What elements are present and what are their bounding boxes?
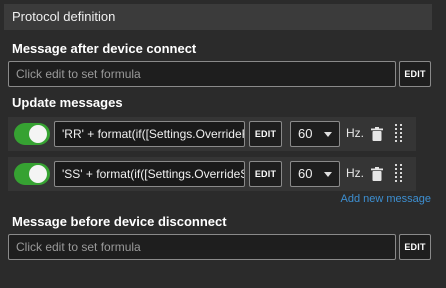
row-2-rate-select[interactable]: 60	[290, 161, 340, 187]
row-2-rate-value: 60	[298, 166, 313, 181]
row-1-enable-toggle[interactable]	[14, 123, 50, 145]
chevron-down-icon	[324, 132, 332, 137]
connect-formula-field[interactable]: Click edit to set formula	[8, 61, 396, 87]
drag-handle-icon[interactable]	[394, 163, 404, 185]
row-1-rate-value: 60	[298, 126, 313, 141]
protocol-definition-panel: Protocol definition Message after device…	[0, 0, 446, 288]
row-1-unit-label: Hz.	[346, 126, 364, 140]
toggle-knob	[29, 165, 47, 183]
trash-icon[interactable]	[371, 167, 383, 181]
connect-message-label: Message after device connect	[12, 41, 197, 56]
add-new-message-link[interactable]: Add new message	[341, 193, 432, 205]
trash-icon[interactable]	[371, 127, 383, 141]
row-1-rate-select[interactable]: 60	[290, 121, 340, 147]
disconnect-message-label: Message before device disconnect	[12, 214, 227, 229]
row-1-formula-field[interactable]: 'RR' + format(if([Settings.OverrideR	[54, 121, 245, 147]
row-2-formula-field[interactable]: 'SS' + format(if([Settings.OverrideS	[54, 161, 245, 187]
row-2-enable-toggle[interactable]	[14, 163, 50, 185]
row-2-unit-label: Hz.	[346, 166, 364, 180]
toggle-knob	[29, 125, 47, 143]
connect-edit-button[interactable]: EDIT	[399, 61, 431, 87]
chevron-down-icon	[324, 172, 332, 177]
disconnect-formula-field[interactable]: Click edit to set formula	[8, 234, 396, 260]
drag-handle-icon[interactable]	[394, 123, 404, 145]
update-messages-label: Update messages	[12, 95, 123, 110]
panel-header: Protocol definition	[4, 4, 432, 30]
row-2-edit-button[interactable]: EDIT	[249, 161, 282, 187]
row-1-edit-button[interactable]: EDIT	[249, 121, 282, 147]
disconnect-edit-button[interactable]: EDIT	[399, 234, 431, 260]
scrollbar[interactable]	[434, 4, 442, 284]
